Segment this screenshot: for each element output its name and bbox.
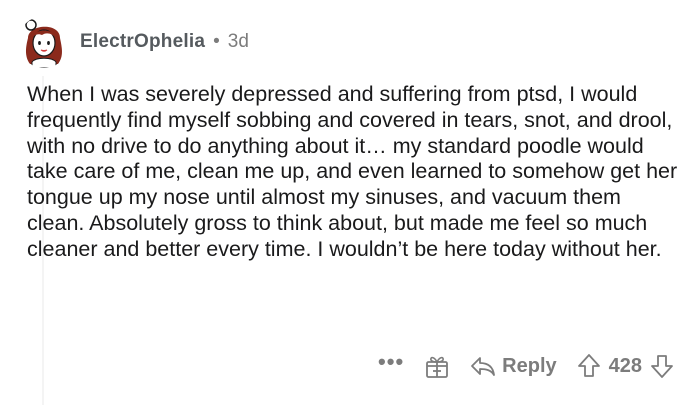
avatar-illustration <box>18 16 70 68</box>
comment: ElectrOphelia • 3d When I was severely d… <box>0 0 700 405</box>
more-options-button[interactable]: ••• <box>378 351 404 373</box>
vote-score: 428 <box>608 354 642 377</box>
comment-header: ElectrOphelia • 3d <box>18 14 249 70</box>
comment-actions: ••• Reply 428 <box>358 348 674 384</box>
reply-button[interactable]: Reply <box>470 354 557 378</box>
comment-age[interactable]: 3d <box>228 31 249 53</box>
reply-arrow-icon <box>470 355 496 377</box>
comment-body-text: When I was severely depressed and suffer… <box>27 82 678 261</box>
upvote-arrow-icon[interactable] <box>577 353 601 379</box>
award-button[interactable] <box>424 353 450 379</box>
more-options-label: ••• <box>378 349 405 374</box>
meta-separator: • <box>213 31 220 52</box>
username[interactable]: ElectrOphelia <box>80 31 205 53</box>
gift-icon <box>424 353 450 379</box>
vote-controls: 428 <box>577 353 674 379</box>
reply-label: Reply <box>502 354 557 377</box>
downvote-arrow-icon[interactable] <box>650 353 674 379</box>
avatar[interactable] <box>18 16 70 68</box>
comment-body: When I was severely depressed and suffer… <box>27 82 682 263</box>
